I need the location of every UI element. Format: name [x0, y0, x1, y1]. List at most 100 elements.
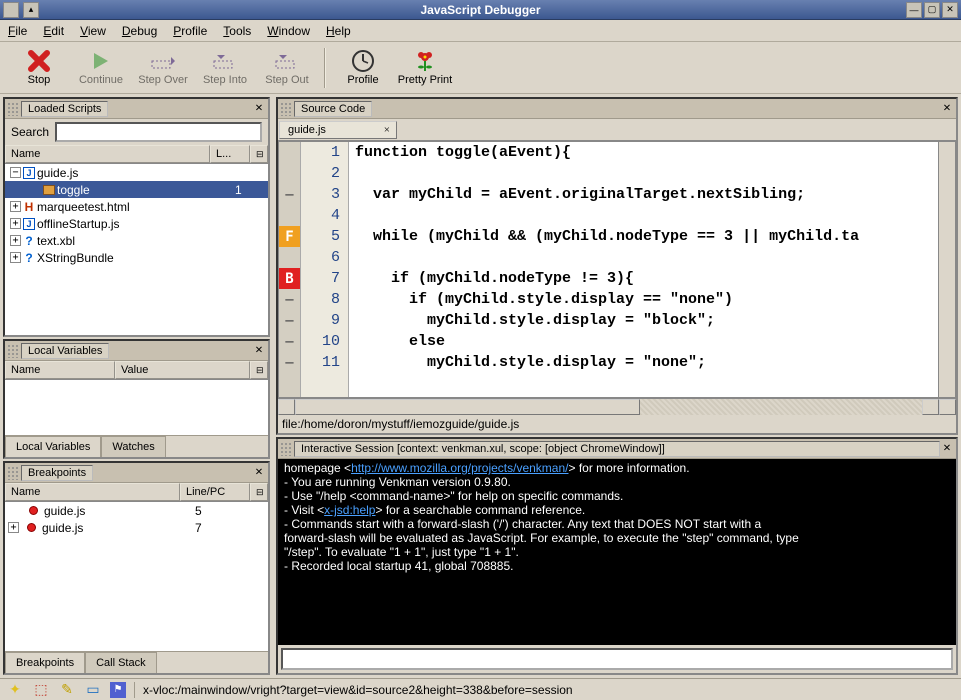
- menu-view[interactable]: View: [80, 24, 106, 38]
- tree-item-label: guide.js: [37, 166, 233, 180]
- menu-file[interactable]: File: [8, 24, 27, 38]
- tree-row[interactable]: +JofflineStartup.js: [5, 215, 268, 232]
- code-line: myChild.style.display = "block";: [349, 310, 955, 331]
- column-picker[interactable]: ⊟: [250, 145, 268, 163]
- close-icon[interactable]: ×: [940, 441, 954, 457]
- tab-watches[interactable]: Watches: [101, 436, 165, 457]
- grip-icon[interactable]: [280, 442, 292, 456]
- grip-icon[interactable]: [7, 102, 19, 116]
- expand-icon[interactable]: +: [10, 218, 21, 229]
- close-icon[interactable]: ×: [252, 343, 266, 359]
- gutter-mark[interactable]: [279, 163, 300, 184]
- panel-title: Interactive Session [context: venkman.xu…: [294, 441, 940, 457]
- status-icon[interactable]: ▭: [84, 682, 102, 698]
- close-tab-icon[interactable]: ×: [384, 124, 390, 136]
- gutter-mark[interactable]: −: [279, 331, 300, 352]
- tree-row[interactable]: +Hmarqueetest.html: [5, 198, 268, 215]
- step-into-button[interactable]: Step Into: [196, 45, 254, 91]
- horizontal-scrollbar[interactable]: [278, 398, 956, 415]
- gutter-mark[interactable]: −: [279, 310, 300, 331]
- local-vars-tree[interactable]: [5, 380, 268, 435]
- scripts-tree[interactable]: −Jguide.jstoggle1+Hmarqueetest.html+Joff…: [5, 164, 268, 335]
- column-l[interactable]: L...: [210, 145, 250, 163]
- column-name[interactable]: Name: [5, 483, 180, 501]
- tree-item-label: toggle: [57, 183, 233, 197]
- tree-row[interactable]: +?text.xbl: [5, 232, 268, 249]
- source-tab[interactable]: guide.js ×: [279, 121, 397, 139]
- line-number: 3: [301, 184, 340, 205]
- step-out-button[interactable]: Step Out: [258, 45, 316, 91]
- gutter-mark[interactable]: F: [279, 226, 300, 247]
- column-picker[interactable]: ⊟: [250, 483, 268, 501]
- terminal-link[interactable]: x-jsd:help: [324, 503, 375, 517]
- tree-row[interactable]: +guide.js7: [5, 519, 268, 536]
- expand-icon[interactable]: +: [10, 235, 21, 246]
- grip-icon[interactable]: [7, 466, 19, 480]
- gutter-mark[interactable]: −: [279, 289, 300, 310]
- search-input[interactable]: [55, 122, 262, 142]
- terminal-link[interactable]: http://www.mozilla.org/projects/venkman/: [351, 461, 568, 475]
- tab-local-variables[interactable]: Local Variables: [5, 436, 101, 457]
- terminal-output[interactable]: homepage <http://www.mozilla.org/project…: [278, 459, 956, 645]
- status-icon[interactable]: ⬚: [32, 682, 50, 698]
- code-line: [349, 205, 955, 226]
- breakpoints-panel: Breakpoints × Name Line/PC ⊟ guide.js5+g…: [3, 461, 270, 675]
- stop-button[interactable]: Stop: [10, 45, 68, 91]
- terminal-input[interactable]: [281, 648, 953, 670]
- column-name[interactable]: Name: [5, 361, 115, 379]
- close-window-button[interactable]: ✕: [942, 2, 958, 18]
- close-icon[interactable]: ×: [252, 465, 266, 481]
- tree-row[interactable]: −Jguide.js: [5, 164, 268, 181]
- status-text: x-vloc:/mainwindow/vright?target=view&id…: [143, 683, 573, 697]
- tab-breakpoints[interactable]: Breakpoints: [5, 652, 85, 673]
- column-picker[interactable]: ⊟: [250, 361, 268, 379]
- maximize-button[interactable]: ▢: [924, 2, 940, 18]
- pretty-print-button[interactable]: Pretty Print: [396, 45, 454, 91]
- tab-call-stack[interactable]: Call Stack: [85, 652, 157, 673]
- expand-icon[interactable]: +: [10, 252, 21, 263]
- menu-profile[interactable]: Profile: [173, 24, 207, 38]
- menu-tools[interactable]: Tools: [223, 24, 251, 38]
- loaded-scripts-panel: Loaded Scripts × Search Name L... ⊟ −Jgu…: [3, 97, 270, 337]
- grip-icon[interactable]: [7, 344, 19, 358]
- status-icon[interactable]: ⚑: [110, 682, 126, 698]
- code-line: if (myChild.style.display == "none"): [349, 289, 955, 310]
- gutter-mark[interactable]: −: [279, 184, 300, 205]
- column-line[interactable]: Line/PC: [180, 483, 250, 501]
- expand-icon[interactable]: +: [8, 522, 19, 533]
- close-icon[interactable]: ×: [252, 101, 266, 117]
- tree-row[interactable]: toggle1: [5, 181, 268, 198]
- gutter-mark[interactable]: [279, 142, 300, 163]
- step-over-button[interactable]: Step Over: [134, 45, 192, 91]
- close-icon[interactable]: ×: [940, 101, 954, 117]
- tree-row[interactable]: guide.js5: [5, 502, 268, 519]
- toolbar: Stop Continue Step Over Step Into Step O…: [0, 42, 961, 94]
- grip-icon[interactable]: [280, 102, 292, 116]
- tree-item-label: offlineStartup.js: [37, 217, 233, 231]
- continue-button[interactable]: Continue: [72, 45, 130, 91]
- menu-edit[interactable]: Edit: [43, 24, 64, 38]
- code-editor[interactable]: −FB−−−− 1234567891011 function toggle(aE…: [278, 141, 956, 398]
- breakpoints-tree[interactable]: guide.js5+guide.js7: [5, 502, 268, 651]
- status-icon[interactable]: ✦: [6, 682, 24, 698]
- file-path: file:/home/doron/mystuff/iemozguide/guid…: [278, 415, 956, 433]
- expand-icon[interactable]: −: [10, 167, 21, 178]
- gutter-mark[interactable]: B: [279, 268, 300, 289]
- expand-icon[interactable]: +: [10, 201, 21, 212]
- status-icon[interactable]: ✎: [58, 682, 76, 698]
- menu-window[interactable]: Window: [267, 24, 310, 38]
- gutter-mark[interactable]: [279, 205, 300, 226]
- column-name[interactable]: Name: [5, 145, 210, 163]
- vertical-scrollbar[interactable]: [938, 142, 955, 397]
- gutter-mark[interactable]: [279, 247, 300, 268]
- minimize-button[interactable]: —: [906, 2, 922, 18]
- rollup-button[interactable]: ▴: [23, 2, 39, 18]
- menu-debug[interactable]: Debug: [122, 24, 157, 38]
- column-value[interactable]: Value: [115, 361, 250, 379]
- tree-item-label: XStringBundle: [37, 251, 233, 265]
- profile-button[interactable]: Profile: [334, 45, 392, 91]
- terminal-line: homepage <http://www.mozilla.org/project…: [284, 461, 950, 475]
- tree-row[interactable]: +?XStringBundle: [5, 249, 268, 266]
- menu-help[interactable]: Help: [326, 24, 351, 38]
- gutter-mark[interactable]: −: [279, 352, 300, 373]
